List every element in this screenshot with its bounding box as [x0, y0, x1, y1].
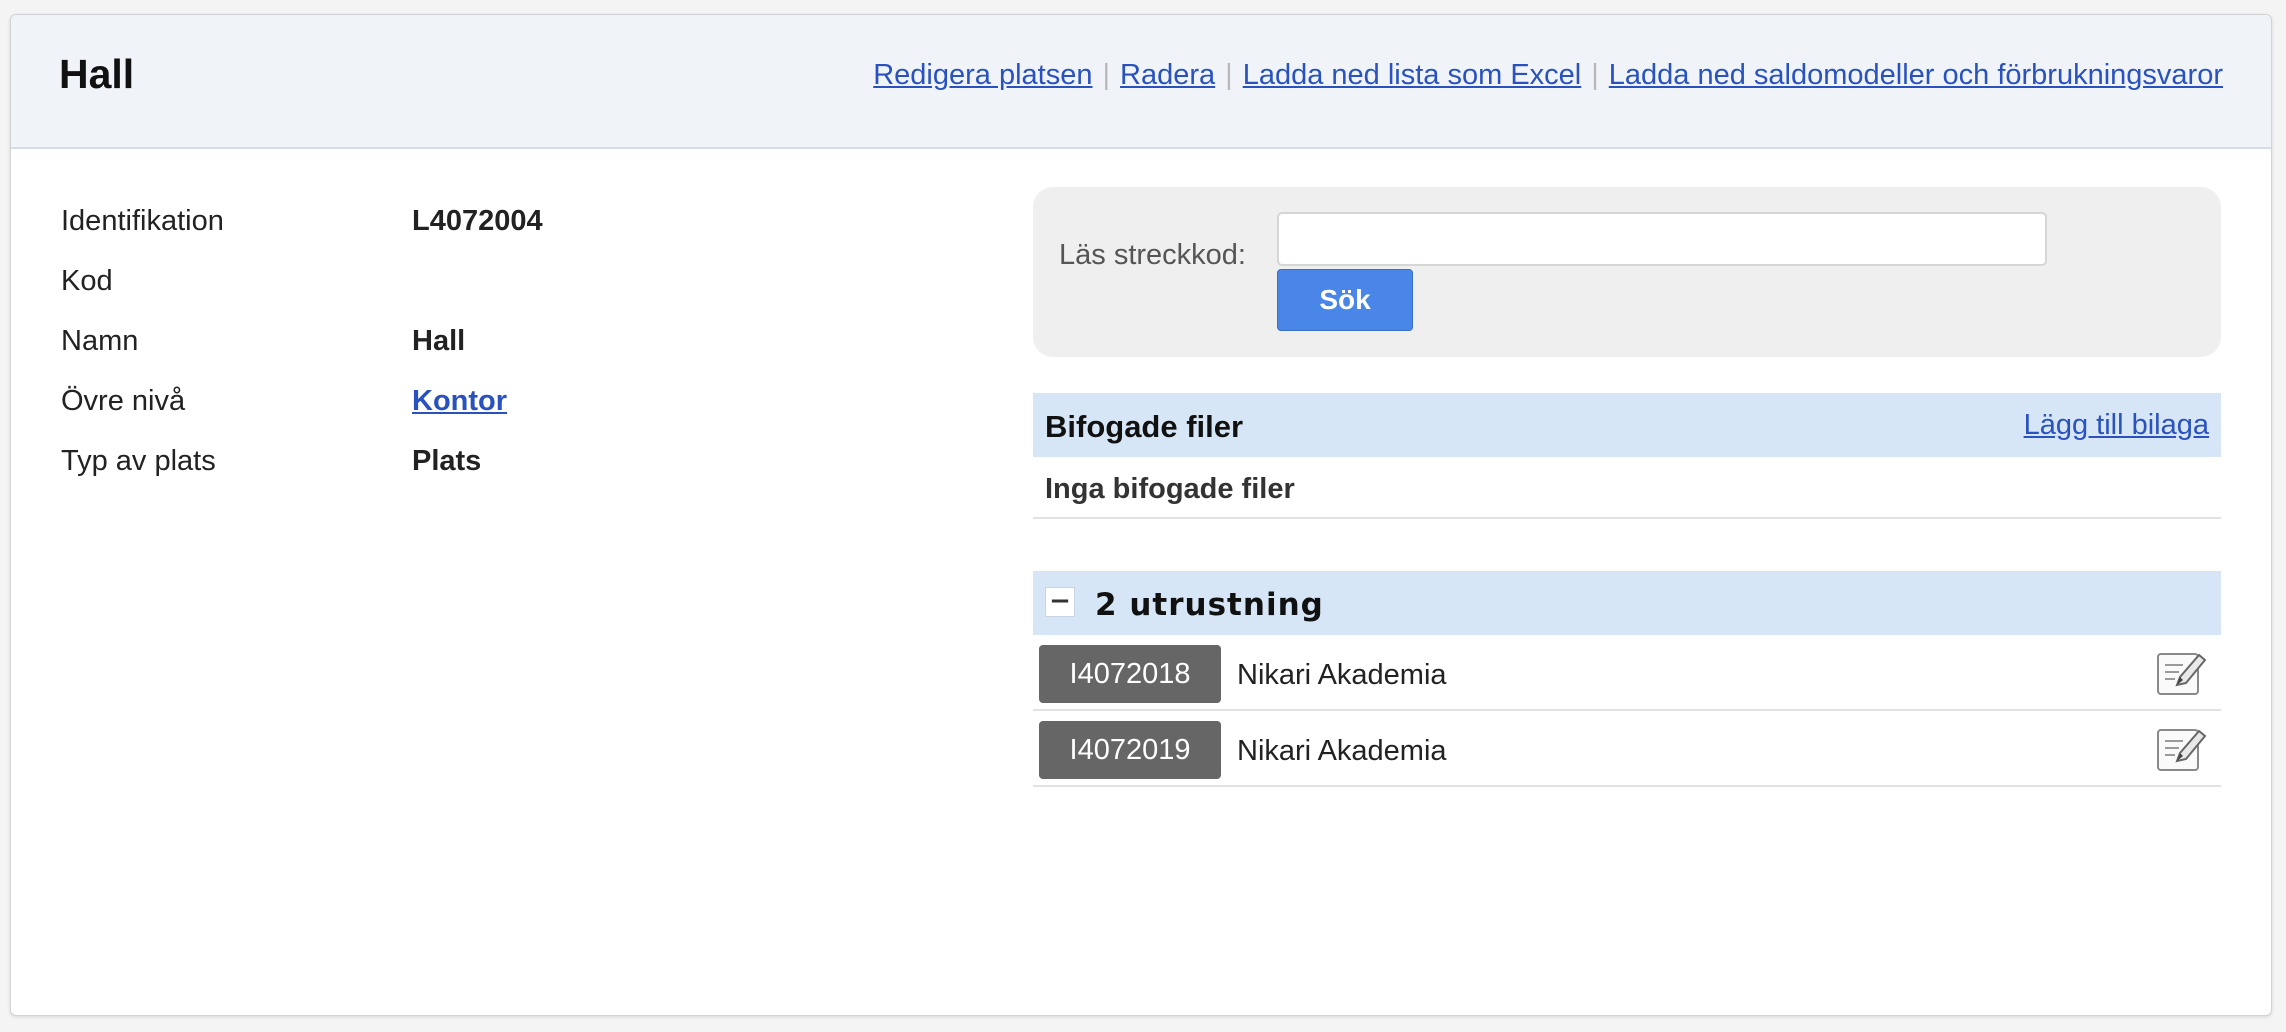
download-excel-link[interactable]: Ladda ned lista som Excel [1243, 59, 1582, 91]
equipment-row: I4072019 Nikari Akademia [1033, 711, 2221, 787]
location-panel: Hall Redigera platsen | Radera | Ladda ned l… [10, 14, 2272, 1016]
equipment-name: Nikari Akademia [1237, 735, 1447, 767]
separator: | [1591, 59, 1599, 91]
edit-pencil-icon[interactable] [2155, 725, 2207, 773]
attachments-header: Bifogade filer Lägg till bilaga [1033, 393, 2221, 457]
page-header: Hall Redigera platsen | Radera | Ladda ned l… [11, 15, 2271, 149]
barcode-label: Läs streckkod: [1059, 239, 1246, 271]
equipment-row: I4072018 Nikari Akademia [1033, 635, 2221, 711]
info-label: Typ av plats [61, 445, 216, 477]
edit-pencil-icon[interactable] [2155, 649, 2207, 697]
barcode-input[interactable] [1277, 212, 2047, 266]
attachments-empty-row: Inga bifogade filer [1033, 457, 2221, 519]
equipment-name: Nikari Akademia [1237, 659, 1447, 691]
parent-level-link[interactable]: Kontor [412, 385, 507, 417]
download-models-link[interactable]: Ladda ned saldomodeller och förbruknings… [1609, 59, 2223, 91]
info-value: Kontor [412, 385, 507, 418]
barcode-search-box: Läs streckkod: Sök [1033, 187, 2221, 357]
minus-icon[interactable]: − [1045, 587, 1075, 617]
equipment-title: 2 utrustning [1095, 587, 1324, 623]
add-attachment-link[interactable]: Lägg till bilaga [2024, 409, 2209, 442]
info-value: Hall [412, 325, 466, 357]
separator: | [1102, 59, 1111, 91]
edit-location-link[interactable]: Redigera platsen [873, 59, 1092, 91]
equipment-id-badge[interactable]: I4072018 [1039, 645, 1221, 703]
page-title: Hall [59, 51, 135, 97]
info-label: Identifikation [61, 205, 224, 237]
delete-link[interactable]: Radera [1120, 59, 1215, 91]
info-label: Kod [61, 265, 113, 297]
info-label: Namn [61, 325, 139, 357]
info-value: Plats [412, 445, 482, 477]
info-value: L4072004 [412, 205, 543, 237]
separator: | [1225, 59, 1233, 91]
equipment-id-badge[interactable]: I4072019 [1039, 721, 1221, 779]
equipment-header: − 2 utrustning [1033, 571, 2221, 635]
header-actions: Redigera platsen | Radera | Ladda ned lista … [873, 59, 2223, 92]
info-label: Övre nivå [61, 385, 186, 417]
search-button[interactable]: Sök [1277, 269, 1413, 331]
attachments-empty-text: Inga bifogade filer [1045, 473, 1295, 505]
attachments-title: Bifogade filer [1045, 409, 1244, 444]
